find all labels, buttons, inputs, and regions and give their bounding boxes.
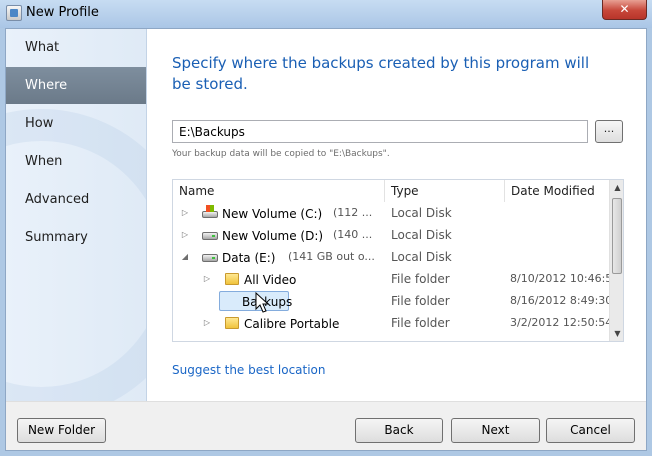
tree-row-label: New Volume (C:): [219, 203, 325, 223]
collapse-arrow-icon[interactable]: ◢: [180, 246, 190, 268]
sidebar-item-advanced[interactable]: Advanced: [6, 181, 146, 218]
tree-row[interactable]: ▷ Calibre Portable File folder 3/2/2012 …: [173, 312, 623, 334]
tree-row-type: File folder: [391, 316, 450, 330]
back-button[interactable]: Back: [355, 418, 443, 443]
windows-drive-icon: [202, 205, 218, 218]
tree-row-date: 8/10/2012 10:46:56: [510, 272, 620, 285]
sidebar-item-what[interactable]: What: [6, 29, 146, 66]
drive-icon: [202, 232, 218, 240]
column-header-type[interactable]: Type: [385, 180, 505, 202]
sidebar-item-summary[interactable]: Summary: [6, 219, 146, 256]
tree-row-name: All Video: [244, 273, 297, 287]
new-profile-window: New Profile ✕ What Where How When Advanc…: [0, 0, 652, 456]
tree-row-type: File folder: [391, 272, 450, 286]
tree-row-type: Local Disk: [391, 206, 452, 220]
tree-row-name: New Volume (C:): [222, 207, 323, 221]
tree-row-label: Backups: [219, 291, 292, 311]
mouse-cursor-icon: [255, 292, 270, 313]
page-heading: Specify where the backups created by thi…: [172, 54, 590, 93]
folder-tree[interactable]: Name Type Date Modified ▷ New Volume (C:…: [172, 179, 624, 342]
tree-row-name: Data (E:): [222, 251, 276, 265]
tree-row-name: New Volume (D:): [222, 229, 324, 243]
expand-arrow-icon[interactable]: ▷: [202, 312, 212, 334]
scrollbar-thumb[interactable]: [612, 198, 622, 274]
browse-button[interactable]: ...: [595, 120, 623, 143]
tree-row-type: File folder: [391, 294, 450, 308]
tree-row[interactable]: ▷ All Video File folder 8/10/2012 10:46:…: [173, 268, 619, 290]
wizard-sidebar: What Where How When Advanced Summary: [6, 29, 147, 401]
tree-row-label: All Video: [241, 269, 299, 289]
tree-row-type: Local Disk: [391, 250, 452, 264]
new-folder-button[interactable]: New Folder: [17, 418, 106, 443]
expand-arrow-icon[interactable]: ▷: [180, 224, 190, 246]
sidebar-item-how[interactable]: How: [6, 105, 146, 142]
suggest-location-link[interactable]: Suggest the best location: [172, 363, 326, 377]
button-bar: New Folder Back Next Cancel: [6, 401, 646, 450]
folder-icon: [225, 273, 239, 285]
scroll-up-arrow-icon[interactable]: ▲: [610, 180, 623, 195]
folder-icon: [225, 317, 239, 329]
column-header-date[interactable]: Date Modified: [505, 180, 609, 202]
close-button[interactable]: ✕: [602, 0, 647, 20]
expand-arrow-icon[interactable]: ▷: [202, 268, 212, 290]
tree-row-selected[interactable]: Backups File folder 8/16/2012 8:49:30 A: [173, 290, 623, 312]
tree-row-date: 8/16/2012 8:49:30 A: [510, 294, 624, 307]
tree-row-label: New Volume (D:): [219, 225, 326, 245]
destination-hint: Your backup data will be copied to "E:\B…: [172, 149, 390, 159]
column-header-name[interactable]: Name: [173, 180, 385, 202]
tree-row[interactable]: ▷ New Volume (D:) (140 ... Local Disk: [173, 224, 609, 246]
tree-row-name: Calibre Portable: [244, 317, 340, 331]
tree-row[interactable]: ▷ New Volume (C:) (112 ... Local Disk: [173, 202, 609, 224]
title-bar[interactable]: New Profile ✕: [0, 0, 652, 28]
tree-row-label: Data (E:): [219, 247, 278, 267]
tree-row-date: 3/2/2012 12:50:54 A: [510, 316, 624, 329]
dialog-content: What Where How When Advanced Summary Spe…: [5, 28, 647, 451]
window-title: New Profile: [26, 5, 99, 20]
tree-row-type: Local Disk: [391, 228, 452, 242]
tree-row-size: (141 GB out o...: [288, 250, 375, 263]
cancel-button[interactable]: Cancel: [546, 418, 635, 443]
tree-row-label: Calibre Portable: [241, 313, 342, 333]
tree-row-size: (140 ...: [333, 228, 373, 241]
tree-row-size: (112 ...: [333, 206, 373, 219]
next-button[interactable]: Next: [451, 418, 540, 443]
scroll-down-arrow-icon[interactable]: ▼: [610, 326, 623, 341]
sidebar-item-when[interactable]: When: [6, 143, 146, 180]
backup-path-input[interactable]: [172, 120, 588, 143]
tree-row[interactable]: ◢ Data (E:) (141 GB out o... Local Disk: [173, 246, 609, 268]
drive-icon: [202, 254, 218, 262]
expand-arrow-icon[interactable]: ▷: [180, 202, 190, 224]
app-icon: [6, 5, 22, 21]
tree-scrollbar[interactable]: ▲ ▼: [609, 180, 623, 341]
sidebar-item-where[interactable]: Where: [6, 67, 146, 104]
